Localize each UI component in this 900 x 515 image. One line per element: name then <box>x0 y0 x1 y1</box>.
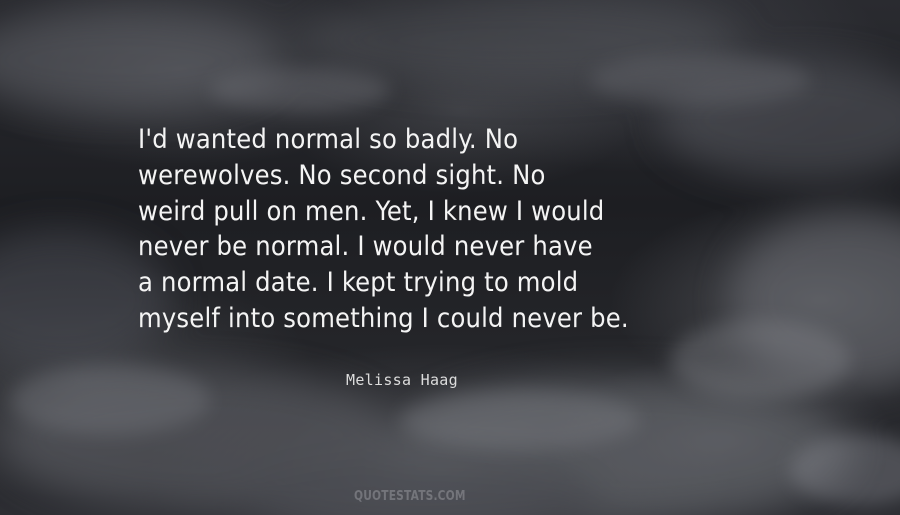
quote-line: a normal date. I kept trying to mold <box>138 267 579 299</box>
quote-line: werewolves. No second sight. No <box>138 159 546 191</box>
quote-line: weird pull on men. Yet, I knew I would <box>138 195 605 227</box>
quote-author: Melissa Haag <box>346 371 458 389</box>
quote-text: I'd wanted normal so badly. No werewolve… <box>138 122 838 337</box>
quote-image: I'd wanted normal so badly. No werewolve… <box>0 0 900 515</box>
quote-line: never be normal. I would never have <box>138 231 593 263</box>
quote-line: myself into something I could never be. <box>138 302 629 334</box>
site-watermark: QUOTESTATS.COM <box>354 489 466 504</box>
quote-line: I'd wanted normal so badly. No <box>138 124 519 155</box>
